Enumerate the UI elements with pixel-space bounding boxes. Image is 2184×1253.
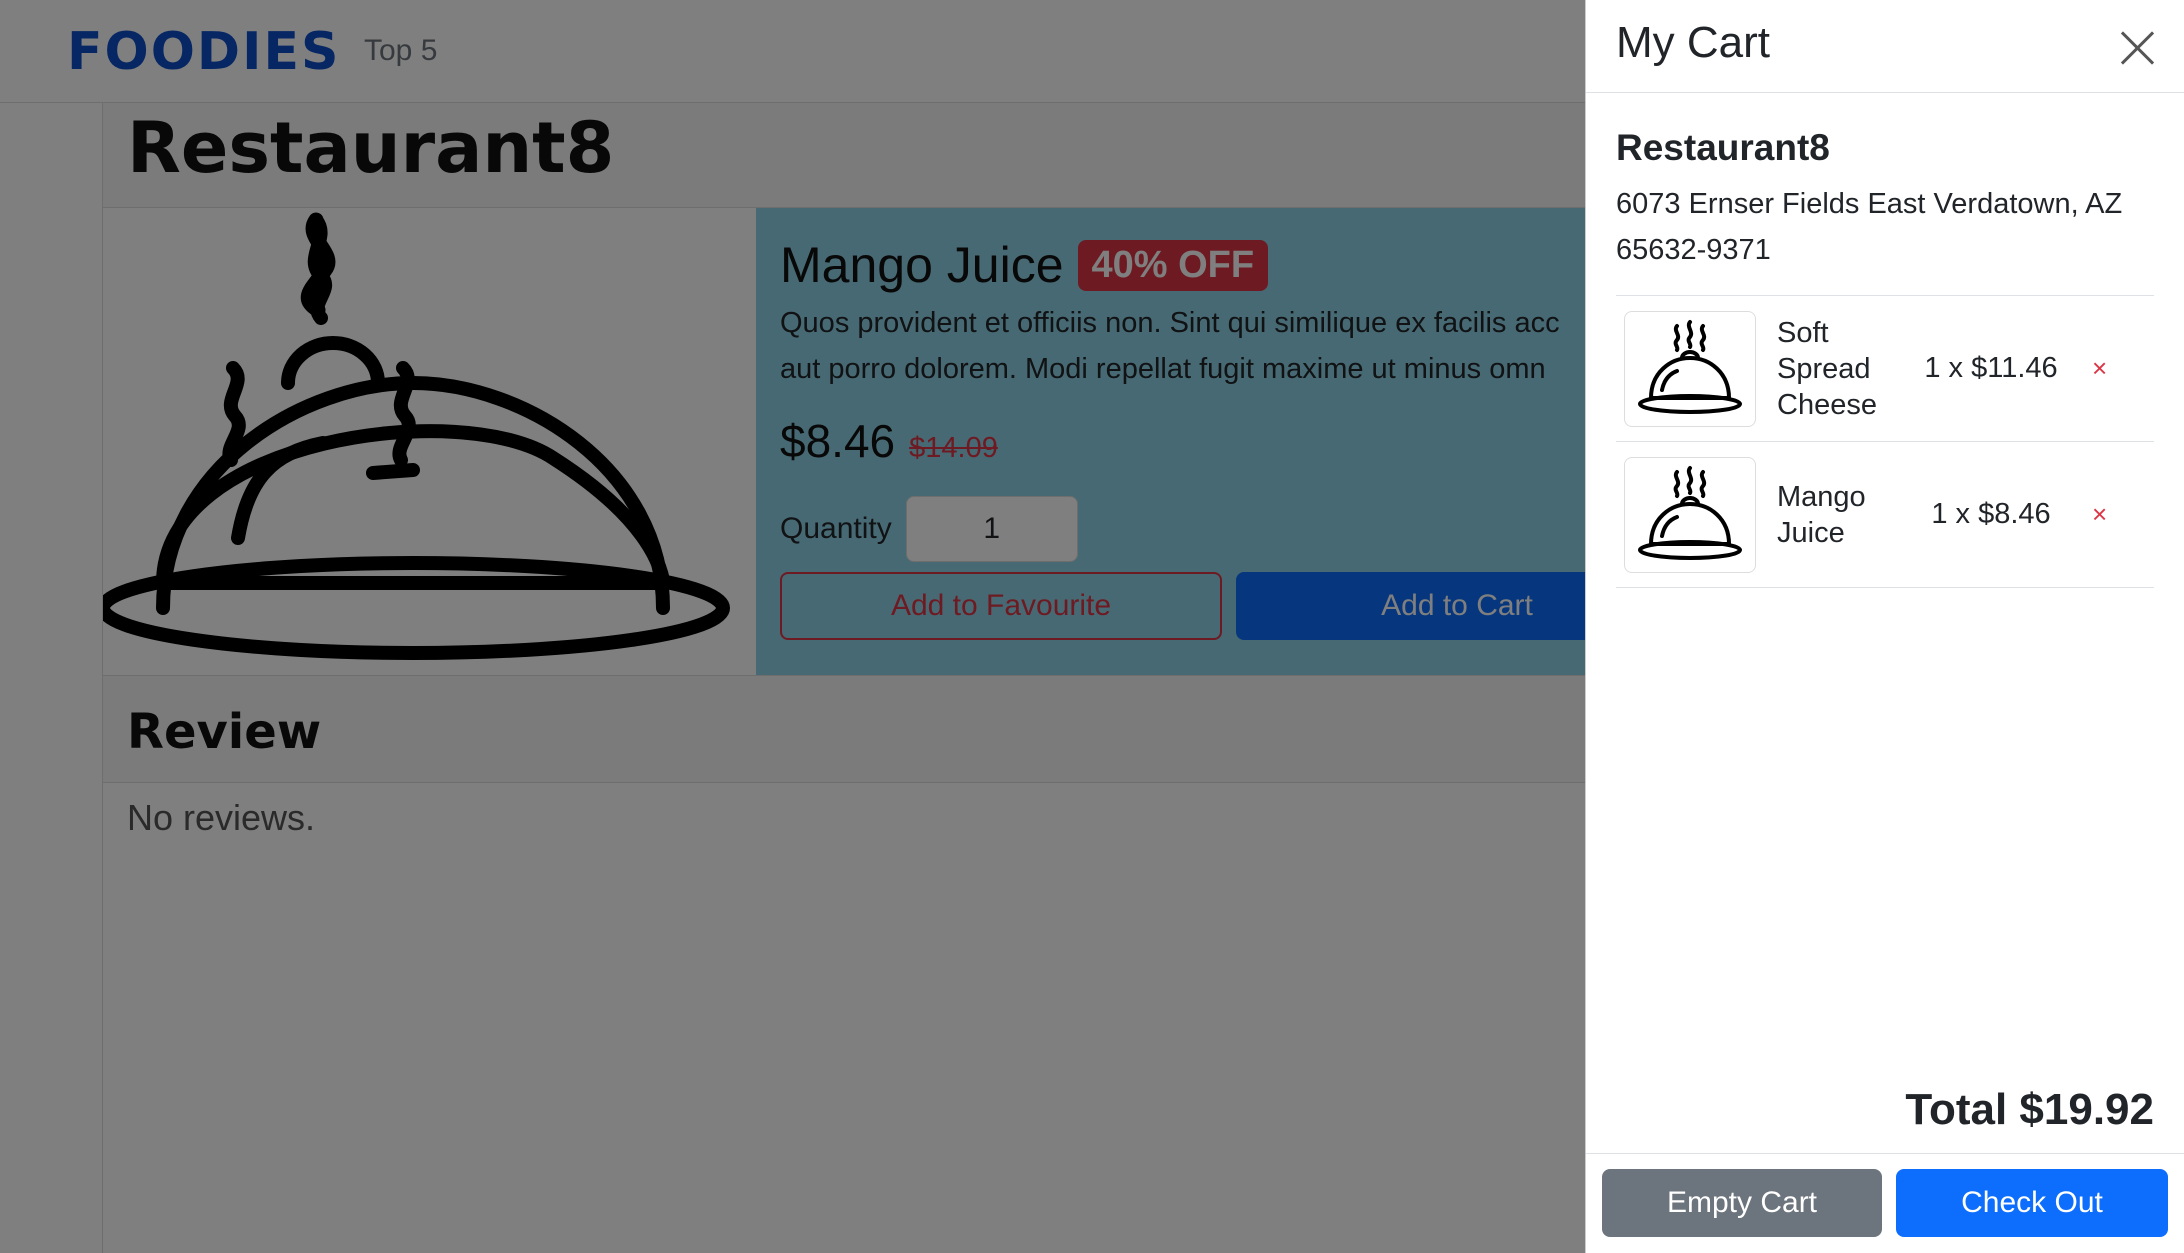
cart-item-thumbnail — [1624, 456, 1756, 573]
cart-footer: Empty Cart Check Out — [1586, 1153, 2184, 1253]
address-line: 6073 Ernser Fields East Verdatown, AZ — [1616, 188, 2123, 220]
cart-total: Total $19.92 — [1905, 1085, 2154, 1134]
cart-item-name: Mango Juice — [1777, 480, 1866, 549]
cart-header: My Cart — [1586, 0, 2184, 93]
cart-panel: My Cart Restaurant8 6073 Ernser Fields E… — [1585, 0, 2184, 1253]
address-line: 65632-9371 — [1616, 234, 1771, 266]
cart-item-qty-price: 1 x $11.46 — [1924, 352, 2058, 384]
cart-body: Restaurant8 6073 Ernser Fields East Verd… — [1586, 127, 2184, 588]
cart-title: My Cart — [1616, 18, 1770, 67]
cart-restaurant-address: 6073 Ernser Fields East Verdatown, AZ 65… — [1616, 181, 2154, 273]
cart-item-thumbnail — [1624, 310, 1756, 427]
cart-item-qty-price: 1 x $8.46 — [1931, 498, 2051, 530]
remove-item-icon[interactable]: × — [2092, 353, 2107, 384]
cart-list: Soft Spread Cheese 1 x $11.46 × Mango Ju… — [1616, 295, 2154, 588]
empty-cart-button[interactable]: Empty Cart — [1602, 1169, 1882, 1237]
cart-restaurant-name: Restaurant8 — [1616, 127, 1830, 168]
cloche-icon — [1638, 465, 1742, 560]
check-out-button[interactable]: Check Out — [1896, 1169, 2168, 1237]
remove-item-icon[interactable]: × — [2092, 499, 2107, 530]
close-icon[interactable] — [2119, 30, 2155, 66]
cloche-icon — [1638, 319, 1742, 414]
cart-item: Soft Spread Cheese 1 x $11.46 × — [1616, 296, 2154, 442]
cart-item: Mango Juice 1 x $8.46 × — [1616, 442, 2154, 588]
cart-item-name: Soft Spread Cheese — [1777, 316, 1877, 421]
